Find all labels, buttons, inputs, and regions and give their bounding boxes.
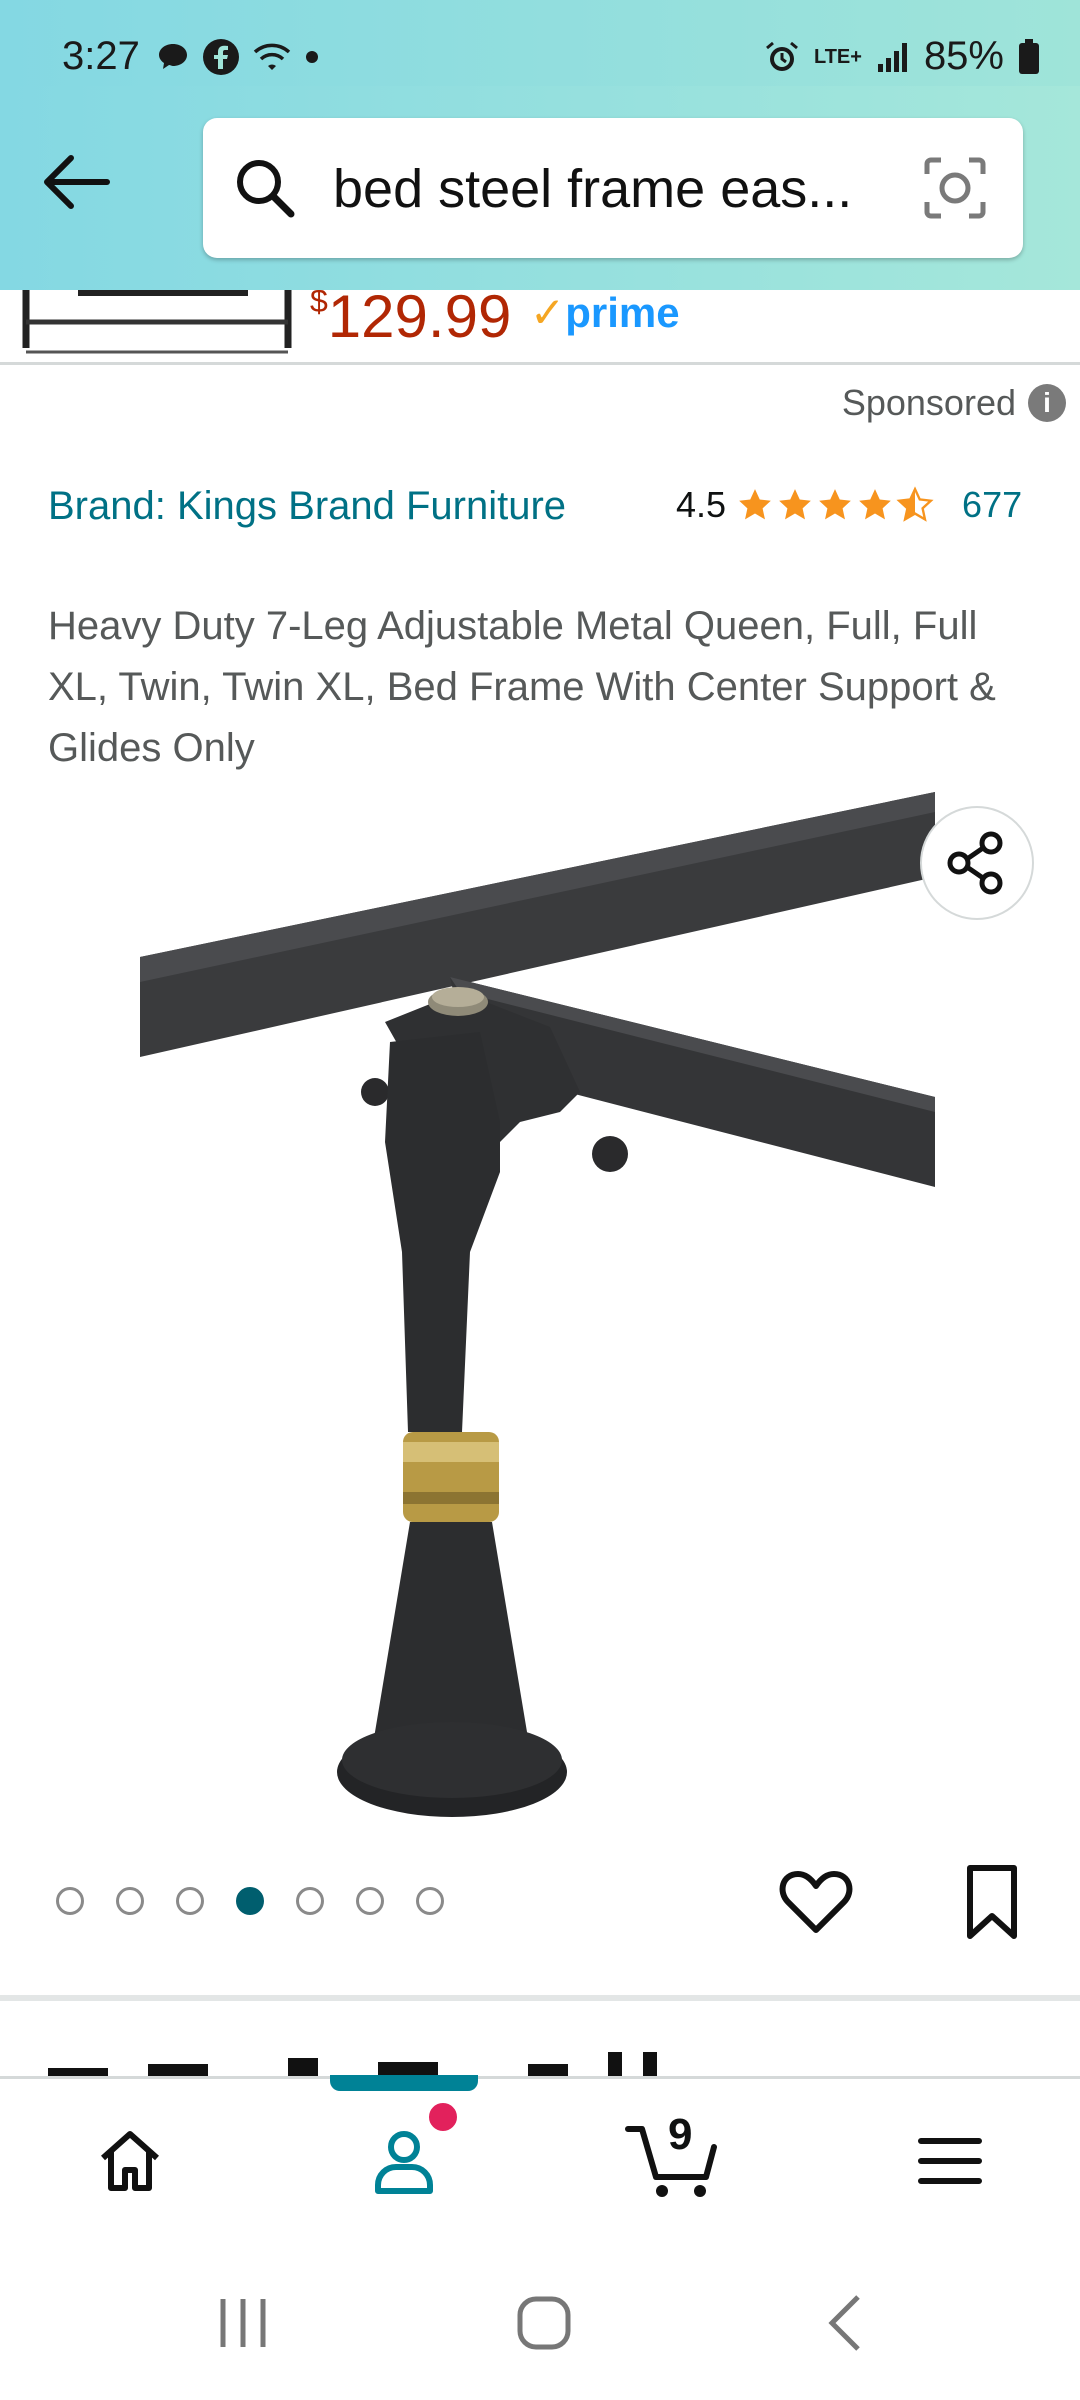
product-image[interactable] (140, 792, 940, 1822)
wifi-icon (253, 43, 291, 70)
home-icon (101, 2131, 159, 2191)
camera-scan-icon[interactable] (921, 154, 989, 222)
star-half-icon (896, 486, 934, 522)
carousel-dot[interactable] (56, 1887, 84, 1915)
network-type: LTE+ (813, 45, 862, 68)
nav-menu[interactable] (880, 2079, 1020, 2243)
carousel-dot[interactable] (356, 1887, 384, 1915)
sponsored-label[interactable]: Sponsored i (842, 382, 1066, 424)
search-icon (237, 160, 295, 218)
notification-dot-icon (306, 51, 318, 63)
battery-percent: 85% (923, 34, 1004, 78)
save-bookmark-button[interactable] (952, 1862, 1032, 1942)
sponsored-text: Sponsored (841, 382, 1016, 423)
heart-icon (779, 1871, 853, 1933)
star-full-icon (859, 489, 891, 520)
bookmark-icon (967, 1865, 1017, 1939)
carousel-dot[interactable] (296, 1887, 324, 1915)
previous-result-price: $129.99 (310, 290, 512, 350)
rating-count-link[interactable]: 677 (962, 484, 1022, 526)
carousel-dot[interactable] (176, 1887, 204, 1915)
facebook-icon (203, 39, 239, 75)
share-icon (947, 831, 1003, 895)
product-brand-link[interactable]: Brand: Kings Brand Furniture (48, 476, 608, 536)
status-time: 3:27 (62, 34, 140, 78)
carousel-dot[interactable] (416, 1887, 444, 1915)
product-rating[interactable]: 4.5 677 (676, 484, 1022, 526)
share-button[interactable] (920, 806, 1034, 920)
next-section-text-fragment (48, 2052, 657, 2076)
nav-cart[interactable] (604, 2079, 744, 2243)
product-title[interactable]: Heavy Duty 7-Leg Adjustable Metal Queen,… (48, 596, 1038, 779)
hamburger-menu-icon (918, 2138, 982, 2184)
arrow-left-icon (44, 155, 110, 209)
person-icon (375, 2131, 433, 2194)
recent-apps-icon[interactable] (213, 2293, 273, 2353)
image-carousel-dots[interactable] (56, 1887, 444, 1915)
chat-bubble-icon (159, 44, 187, 69)
carousel-dot-active[interactable] (236, 1887, 264, 1915)
section-divider (0, 1995, 1080, 2001)
home-circle-icon[interactable] (514, 2293, 574, 2353)
previous-result-card[interactable]: $129.99 ✓prime (0, 290, 1080, 365)
star-full-icon (739, 489, 771, 520)
back-chevron-icon[interactable] (818, 2293, 878, 2353)
prime-badge: ✓prime (530, 290, 680, 336)
rating-stars (736, 486, 934, 524)
search-input[interactable]: bed steel frame eas... (203, 118, 1023, 258)
account-notification-dot (426, 2100, 460, 2134)
carousel-dot[interactable] (116, 1887, 144, 1915)
cart-count-badge: 9 (668, 2110, 693, 2159)
search-query-text: bed steel frame eas... (333, 159, 853, 219)
battery-icon (1019, 38, 1039, 74)
star-full-icon (819, 489, 851, 520)
next-section-peek (48, 2046, 848, 2076)
status-notification-icons (156, 38, 320, 76)
info-icon[interactable]: i (1028, 384, 1066, 422)
rating-value: 4.5 (676, 484, 727, 525)
back-button[interactable] (36, 142, 116, 222)
alarm-icon (766, 41, 798, 71)
bed-frame-thumbnail (22, 290, 292, 354)
system-navigation-bar (0, 2243, 1080, 2400)
bottom-navigation (0, 2075, 1080, 2246)
nav-home[interactable] (60, 2079, 200, 2243)
star-full-icon (779, 489, 811, 520)
status-right-icons: LTE+ 85% (764, 34, 1040, 79)
add-to-wishlist-button[interactable] (776, 1862, 856, 1942)
signal-icon (877, 42, 907, 72)
